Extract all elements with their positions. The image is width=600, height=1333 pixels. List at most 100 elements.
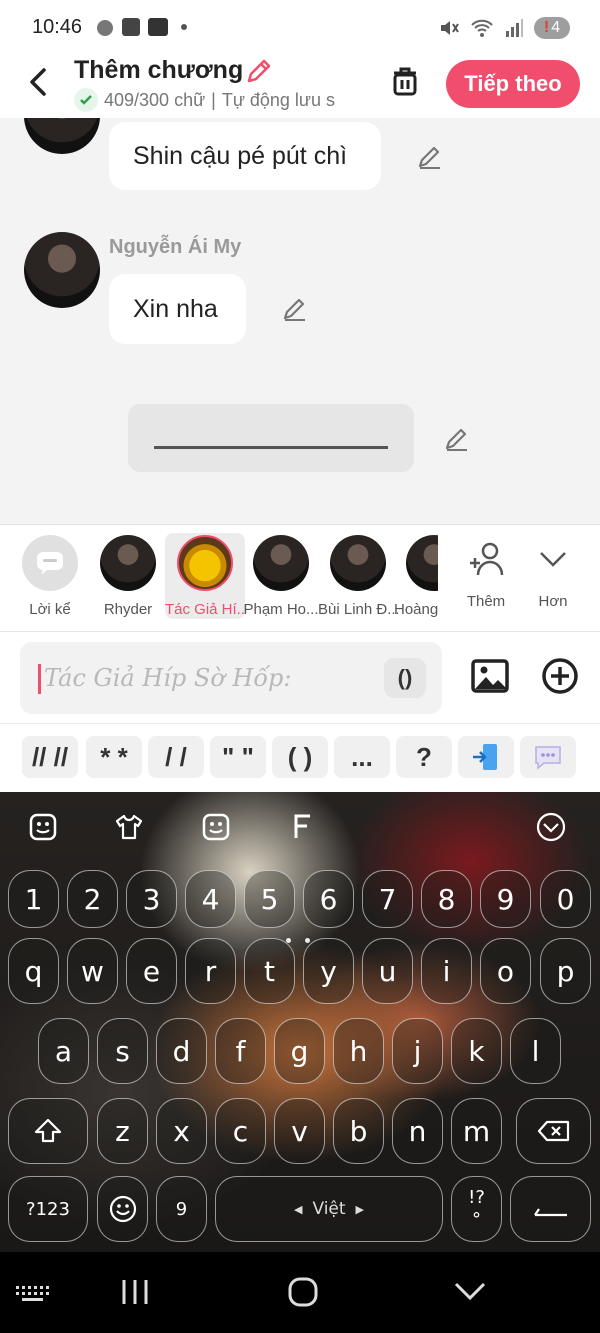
key-f[interactable]: f [215, 1018, 266, 1084]
emoji-icon[interactable] [201, 812, 231, 842]
key-p[interactable]: p [540, 938, 591, 1004]
key-i[interactable]: i [421, 938, 472, 1004]
key-r[interactable]: r [185, 938, 236, 1004]
home-icon[interactable] [283, 1274, 323, 1310]
key-q[interactable]: q [8, 938, 59, 1004]
key-o[interactable]: o [480, 938, 531, 1004]
key-e[interactable]: e [126, 938, 177, 1004]
chip-double-slash[interactable]: // // [22, 736, 78, 778]
chip-slashes[interactable]: / / [148, 736, 204, 778]
space-language: Việt [312, 1199, 346, 1219]
key-b[interactable]: b [333, 1098, 384, 1164]
message-input[interactable]: Tác Giả Híp Sờ Hốp: () [20, 642, 442, 714]
key-l[interactable]: l [510, 1018, 561, 1084]
chip-import[interactable] [458, 736, 514, 778]
key-k[interactable]: k [451, 1018, 502, 1084]
character-name: Phạm Ho... [243, 601, 319, 618]
avatar[interactable] [24, 118, 100, 154]
chip-chat[interactable] [520, 736, 576, 778]
message-bubble[interactable]: Xin nha [109, 274, 246, 344]
shift-key[interactable] [8, 1098, 88, 1164]
key-w[interactable]: w [67, 938, 118, 1004]
theme-shirt-icon[interactable] [114, 812, 144, 842]
word-count-line: 409/300 chữ | Tự động lưu s [74, 88, 364, 112]
key-n[interactable]: n [392, 1098, 443, 1164]
key-8[interactable]: 8 [421, 870, 472, 928]
key-g[interactable]: g [274, 1018, 325, 1084]
chip-asterisks[interactable]: * * [86, 736, 142, 778]
key-x[interactable]: x [156, 1098, 207, 1164]
character-picker: Lời kể Rhyder Tác Giả Hí... Phạm Ho... B… [0, 524, 600, 632]
key-a[interactable]: a [38, 1018, 89, 1084]
pencil-icon[interactable] [244, 56, 274, 86]
key-1[interactable]: 1 [8, 870, 59, 928]
more-characters-button[interactable]: Hơn [513, 533, 593, 619]
key-t[interactable]: t [244, 938, 295, 1004]
edit-pencil-icon[interactable] [281, 294, 309, 322]
battery-alert: ! [543, 19, 550, 36]
message-text: Shin cậu pé pút chì [133, 141, 348, 170]
key-v[interactable]: v [274, 1098, 325, 1164]
back-arrow-icon[interactable] [20, 62, 56, 102]
alert-icon [122, 18, 140, 36]
symbols-key[interactable]: ?123 [8, 1176, 88, 1242]
image-icon[interactable] [470, 656, 510, 696]
key-3[interactable]: 3 [126, 870, 177, 928]
divider-bubble[interactable] [128, 404, 414, 472]
punctuation-key[interactable]: !? ° [451, 1176, 502, 1242]
backspace-key[interactable] [516, 1098, 591, 1164]
key-0[interactable]: 0 [540, 870, 591, 928]
key-u[interactable]: u [362, 938, 413, 1004]
key-m[interactable]: m [451, 1098, 502, 1164]
add-circle-icon[interactable] [541, 657, 579, 695]
edit-pencil-icon[interactable] [443, 424, 471, 452]
chevron-right-icon: ▶ [355, 1202, 365, 1216]
chevron-down-icon [540, 552, 566, 567]
trash-icon[interactable] [388, 64, 422, 98]
collapse-keyboard-icon[interactable] [536, 812, 566, 842]
emoji-sticker-icon[interactable] [28, 812, 58, 842]
chip-parentheses[interactable]: ( ) [272, 736, 328, 778]
key-h[interactable]: h [333, 1018, 384, 1084]
space-key[interactable]: ◀ Việt ▶ [215, 1176, 443, 1242]
app-header: Thêm chương 409/300 chữ | Tự động lưu s … [0, 56, 600, 118]
key-2[interactable]: 2 [67, 870, 118, 928]
character-hoang[interactable]: Hoàng [394, 533, 438, 619]
character-narrator[interactable]: Lời kể [10, 533, 90, 619]
key-d[interactable]: d [156, 1018, 207, 1084]
keyboard-switch-icon[interactable] [12, 1274, 52, 1310]
key-5[interactable]: 5 [244, 870, 295, 928]
chip-quotes[interactable]: " " [210, 736, 266, 778]
key-9[interactable]: 9 [480, 870, 531, 928]
character-bui-linh[interactable]: Bùi Linh Đ... [318, 533, 398, 619]
edit-pencil-icon[interactable] [416, 142, 444, 170]
message-bubble[interactable]: Shin cậu pé pút chì [109, 122, 381, 190]
next-button[interactable]: Tiếp theo [446, 60, 580, 108]
comma-key[interactable]: 9 [156, 1176, 207, 1242]
character-name: Rhyder [103, 601, 153, 618]
key-4[interactable]: 4 [185, 870, 236, 928]
chip-question[interactable]: ? [396, 736, 452, 778]
chip-ellipsis[interactable]: ... [334, 736, 390, 778]
font-icon[interactable] [288, 812, 318, 842]
character-pham-ho[interactable]: Phạm Ho... [241, 533, 321, 619]
avatar[interactable] [24, 232, 100, 308]
import-phone-icon [473, 744, 497, 770]
key-s[interactable]: s [97, 1018, 148, 1084]
character-rhyder[interactable]: Rhyder [88, 533, 168, 619]
key-y[interactable]: y [303, 938, 354, 1004]
enter-key[interactable] [510, 1176, 591, 1242]
key-c[interactable]: c [215, 1098, 266, 1164]
key-7[interactable]: 7 [362, 870, 413, 928]
system-nav-bar [0, 1252, 600, 1333]
recent-apps-icon[interactable] [115, 1274, 155, 1310]
narrator-icon [22, 535, 78, 591]
key-6[interactable]: 6 [303, 870, 354, 928]
more-notifications-dot-icon [181, 24, 187, 30]
key-z[interactable]: z [97, 1098, 148, 1164]
character-tac-gia[interactable]: Tác Giả Hí... [165, 533, 245, 619]
emoji-key[interactable] [97, 1176, 148, 1242]
back-chevron-down-icon[interactable] [450, 1274, 490, 1310]
parentheses-button[interactable]: () [384, 658, 426, 698]
key-j[interactable]: j [392, 1018, 443, 1084]
